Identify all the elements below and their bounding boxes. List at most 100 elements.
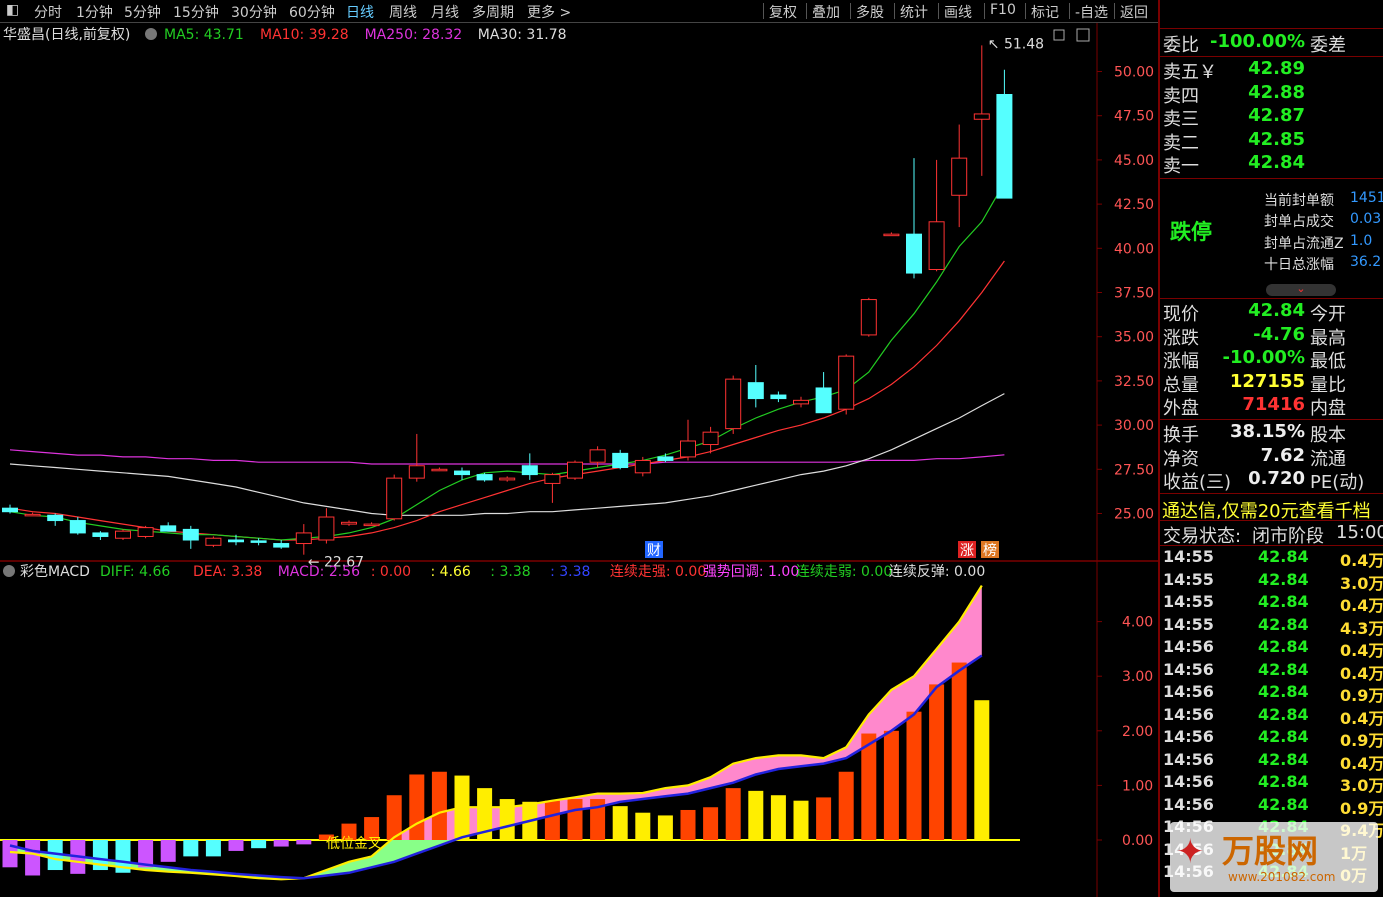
stock-header — [1160, 2, 1383, 25]
candle-body — [318, 516, 335, 541]
tick-price: 42.84 — [1258, 614, 1309, 634]
macd-bar — [657, 815, 673, 840]
ask-row: 卖五￥ 42.89 — [1160, 58, 1383, 83]
ask-row: 卖四 42.88 — [1160, 81, 1383, 107]
tick-volume: 0.4万 — [1340, 641, 1383, 660]
period-tab-2[interactable]: 5分钟 — [124, 2, 161, 22]
quote-row: 现价 42.84 今开 — [1160, 300, 1383, 325]
candle[interactable] — [838, 354, 855, 415]
candle[interactable] — [860, 297, 877, 337]
tool-button-4[interactable]: 画线 — [944, 2, 972, 22]
candle-body — [860, 299, 877, 336]
candle[interactable] — [137, 525, 154, 539]
tool-button-2[interactable]: 多股 — [856, 2, 884, 22]
price-tick-label: 30.00 — [1114, 418, 1154, 434]
candle-body — [951, 157, 968, 196]
quote-row: 涨跌 -4.76 最高 — [1160, 324, 1383, 349]
macd-bar — [273, 840, 289, 847]
tick-price: 42.84 — [1258, 659, 1309, 679]
tick-row: 14:56 42.84 0.4万 — [1160, 750, 1383, 773]
macd-bar — [703, 807, 719, 840]
quote-row-label: 涨幅 — [1163, 351, 1199, 373]
watermark-url: www.201082.com — [1228, 870, 1336, 884]
price-tick-label: 25.00 — [1114, 506, 1154, 522]
fund-row-label2: 流通 — [1310, 448, 1346, 470]
tick-time: 14:56 — [1163, 682, 1214, 701]
candle[interactable] — [725, 375, 742, 434]
tick-price: 42.84 — [1258, 569, 1309, 589]
quote-row: 涨幅 -10.00% 最低 — [1160, 347, 1383, 373]
tool-button-7[interactable]: -自选 — [1075, 2, 1108, 22]
collapse-handle[interactable]: ⌄ — [1266, 283, 1336, 296]
tick-row: 14:55 42.84 3.0万 — [1160, 570, 1383, 593]
period-tab-7[interactable]: 周线 — [389, 2, 417, 22]
macd-bar — [883, 730, 899, 840]
ask-row: 卖二 42.85 — [1160, 129, 1383, 154]
macd-bar — [635, 812, 651, 840]
macd-bar — [228, 840, 244, 851]
chevron-down-icon[interactable] — [145, 28, 157, 40]
fund-row-label2: 股本 — [1310, 425, 1346, 446]
macd-tick-label: 3.00 — [1122, 669, 1153, 685]
quote-row-label2: 内盘 — [1310, 398, 1346, 420]
candle-body — [725, 378, 742, 430]
macd-legend-item: 连续反弹: 0.00 — [889, 563, 985, 580]
candle[interactable] — [386, 474, 403, 521]
period-tab-4[interactable]: 30分钟 — [231, 2, 277, 22]
candle-body — [24, 513, 41, 517]
ask-row-label: 卖五￥ — [1163, 62, 1217, 83]
candle[interactable] — [205, 536, 222, 548]
period-tab-8[interactable]: 月线 — [431, 2, 459, 22]
period-tab-5[interactable]: 60分钟 — [289, 2, 335, 22]
period-tab-6[interactable]: 日线 — [346, 2, 374, 22]
panel-toggle-icon[interactable]: ◧ — [6, 2, 19, 18]
period-tab-0[interactable]: 分时 — [34, 2, 62, 22]
candle-body — [634, 459, 651, 474]
period-tab-3[interactable]: 15分钟 — [173, 2, 219, 22]
candle[interactable] — [567, 460, 583, 480]
macd-bar — [974, 700, 990, 840]
quote-row-value: -10.00% — [1222, 347, 1305, 369]
period-tab-10[interactable]: 更多 > — [527, 2, 571, 22]
candle-body — [115, 530, 131, 539]
quote-row-value: 42.84 — [1248, 300, 1305, 321]
macd-tick-label: 1.00 — [1122, 778, 1153, 794]
candle[interactable] — [115, 529, 131, 540]
candle-body — [160, 525, 177, 532]
tick-row: 14:55 42.84 0.4万 — [1160, 547, 1383, 570]
tool-button-3[interactable]: 统计 — [900, 2, 928, 22]
tool-button-1[interactable]: 叠加 — [812, 2, 840, 22]
tool-button-8[interactable]: 返回 — [1120, 2, 1148, 22]
macd-legend-item: 强势回调: 1.00 — [703, 564, 799, 580]
divider — [1160, 298, 1383, 299]
ma-legend-ma30: MA30: 31.78 — [478, 27, 567, 43]
weibi-row: 委比 -100.00% 委差 — [1160, 31, 1383, 56]
chart-area[interactable]: 25.00 27.50 30.00 32.50 35.00 37.50 40.00 42.50… — [0, 0, 1158, 897]
seal-label: 当前封单额 — [1264, 193, 1334, 209]
tick-time: 14:56 — [1163, 637, 1214, 656]
quote-row-label2: 最高 — [1310, 327, 1346, 349]
macd-bar — [499, 799, 515, 840]
tool-button-5[interactable]: F10 — [990, 2, 1016, 18]
toolbar-separator — [938, 3, 939, 19]
macd-settings-icon[interactable] — [3, 565, 15, 577]
tool-button-0[interactable]: 复权 — [769, 2, 797, 22]
tick-price: 42.84 — [1258, 794, 1309, 814]
period-tab-9[interactable]: 多周期 — [472, 2, 514, 22]
ask-row-value: 42.88 — [1248, 81, 1305, 103]
candle[interactable] — [476, 472, 493, 482]
candle-body — [205, 537, 222, 546]
tick-price: 42.84 — [1258, 637, 1309, 656]
candle-body — [47, 514, 64, 522]
candle-body — [544, 474, 561, 484]
macd-legend-item: : 0.00 — [371, 564, 411, 580]
quote-panel: 委比 -100.00% 委差 卖五￥ 42.89 卖四 42.88 卖三 42.87 卖二 42.8… — [1158, 0, 1383, 897]
tick-row: 14:56 42.84 0.9万 — [1160, 682, 1383, 705]
period-tab-1[interactable]: 1分钟 — [76, 2, 113, 22]
macd-tick-label: 0.00 — [1122, 833, 1153, 849]
macd-bar — [205, 840, 221, 857]
watermark-logo: ✦ 万股网 www.201082.com — [1170, 822, 1378, 892]
tool-button-6[interactable]: 标记 — [1031, 2, 1059, 22]
fund-row-value: 0.720 — [1248, 468, 1305, 490]
candle-body — [996, 94, 1013, 199]
